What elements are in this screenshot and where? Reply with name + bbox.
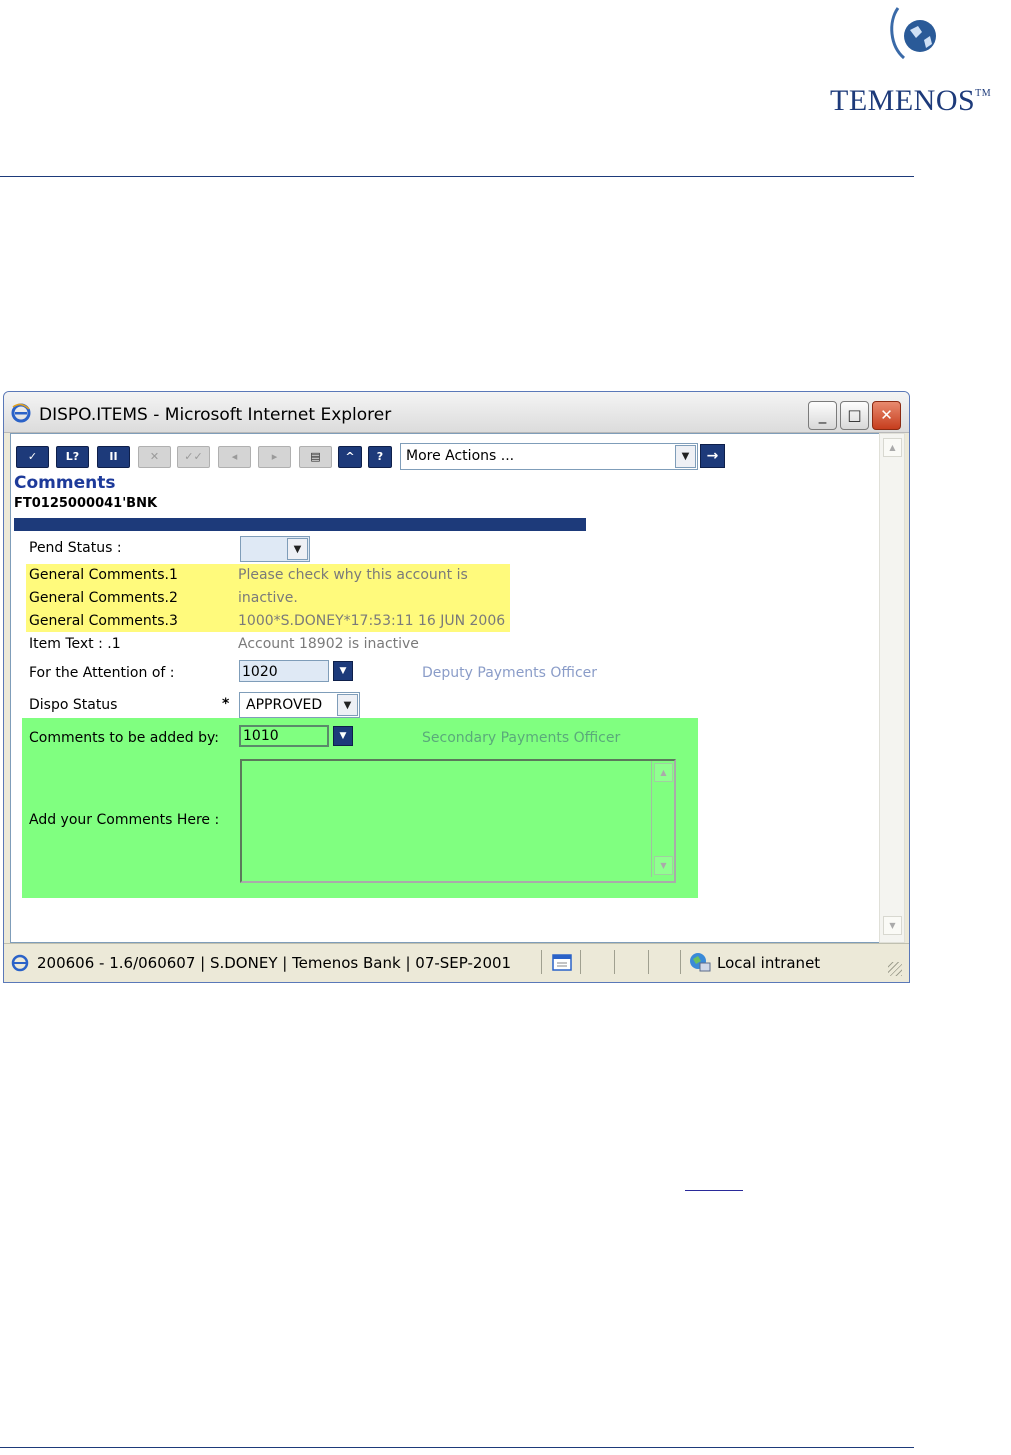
- general-comments-2-value: inactive.: [238, 590, 298, 606]
- status-divider: [648, 950, 649, 974]
- status-divider: [580, 950, 581, 974]
- security-zone: Local intranet: [717, 954, 821, 972]
- pend-status-select[interactable]: ▼: [240, 536, 310, 562]
- ie-page-icon: [11, 954, 29, 972]
- comments-by-description: Secondary Payments Officer: [422, 730, 621, 746]
- comments-by-label: Comments to be added by:: [29, 730, 219, 746]
- expand-button[interactable]: ^: [338, 446, 362, 468]
- comments-by-input[interactable]: 1010: [239, 725, 329, 747]
- commit-button[interactable]: ✓: [16, 446, 49, 468]
- item-text-label: Item Text : .1: [29, 636, 121, 652]
- scroll-down-icon[interactable]: ▼: [654, 856, 673, 875]
- link-underline: [685, 1190, 743, 1191]
- attention-label: For the Attention of :: [29, 665, 175, 681]
- chevron-down-icon: ▼: [287, 538, 308, 560]
- validate-button[interactable]: L?: [56, 446, 89, 468]
- general-comments-1-value: Please check why this account is: [238, 567, 468, 583]
- add-comments-textarea[interactable]: ▲ ▼: [240, 759, 676, 883]
- required-marker: *: [222, 696, 230, 712]
- logo-text: TEMENOS: [830, 84, 976, 117]
- print-button[interactable]: ▤: [299, 446, 332, 468]
- attention-description: Deputy Payments Officer: [422, 665, 598, 681]
- scroll-up-icon[interactable]: ▲: [654, 763, 673, 782]
- temenos-logo: TEMENOSTM: [830, 0, 1000, 120]
- record-id: FT0125000041'BNK: [14, 496, 158, 511]
- hold-button[interactable]: II: [97, 446, 130, 468]
- comments-by-lookup-icon[interactable]: ▼: [333, 726, 353, 746]
- scroll-up-icon[interactable]: ▲: [883, 438, 902, 457]
- close-button[interactable]: ✕: [872, 401, 901, 430]
- chevron-down-icon: ▼: [675, 445, 696, 468]
- minimize-button[interactable]: _: [808, 401, 837, 430]
- attention-lookup-icon[interactable]: ▼: [333, 661, 353, 681]
- dispo-status-select[interactable]: APPROVED ▼: [239, 692, 360, 718]
- general-comments-2-label: General Comments.2: [29, 590, 178, 606]
- general-comments-3-label: General Comments.3: [29, 613, 178, 629]
- more-actions-select[interactable]: More Actions ... ▼: [400, 443, 698, 470]
- status-divider: [541, 950, 542, 974]
- footer-rule: [0, 1447, 914, 1448]
- title-bar: DISPO.ITEMS - Microsoft Internet Explore…: [4, 392, 909, 433]
- page-title: Comments: [14, 473, 116, 493]
- header-rule: [0, 176, 914, 177]
- chevron-down-icon: ▼: [337, 694, 358, 716]
- status-text: 200606 - 1.6/060607 | S.DONEY | Temenos …: [37, 954, 510, 972]
- info-panel-icon: [552, 954, 572, 971]
- delete-button[interactable]: ✕: [138, 446, 171, 468]
- dispo-status-value: APPROVED: [246, 697, 323, 713]
- logo-tm: TM: [975, 88, 992, 99]
- add-comments-label: Add your Comments Here :: [29, 812, 220, 828]
- textarea-scrollbar[interactable]: ▲ ▼: [651, 761, 674, 877]
- window-title: DISPO.ITEMS - Microsoft Internet Explore…: [39, 405, 392, 425]
- status-divider: [614, 950, 615, 974]
- general-comments-1-label: General Comments.1: [29, 567, 178, 583]
- authorise-button[interactable]: ✓✓: [177, 446, 210, 468]
- go-button[interactable]: →: [700, 444, 725, 468]
- more-actions-label: More Actions ...: [406, 448, 515, 464]
- ie-icon: [11, 403, 31, 423]
- item-text-value: Account 18902 is inactive: [238, 636, 419, 652]
- next-button[interactable]: ▸: [258, 446, 291, 468]
- maximize-button[interactable]: □: [840, 401, 869, 430]
- globe-icon: [890, 7, 936, 60]
- intranet-icon: [690, 953, 711, 972]
- browser-window: DISPO.ITEMS - Microsoft Internet Explore…: [3, 391, 910, 983]
- page-content: ✓ L? II ✕ ✓✓ ◂ ▸ ▤ ^ ? More Actions ... …: [10, 433, 881, 943]
- attention-input[interactable]: 1020: [239, 660, 329, 682]
- scroll-down-icon[interactable]: ▼: [883, 916, 902, 935]
- pend-status-label: Pend Status :: [29, 540, 122, 556]
- status-divider: [680, 950, 681, 974]
- help-button[interactable]: ?: [368, 446, 392, 468]
- dispo-status-label: Dispo Status: [29, 697, 118, 713]
- general-comments-3-value: 1000*S.DONEY*17:53:11 16 JUN 2006: [238, 613, 506, 629]
- section-bar: [14, 518, 586, 531]
- page-scrollbar[interactable]: ▲ ▼: [879, 433, 905, 943]
- resize-grip-icon[interactable]: [888, 962, 902, 976]
- previous-button[interactable]: ◂: [218, 446, 251, 468]
- status-bar: 200606 - 1.6/060607 | S.DONEY | Temenos …: [4, 943, 909, 982]
